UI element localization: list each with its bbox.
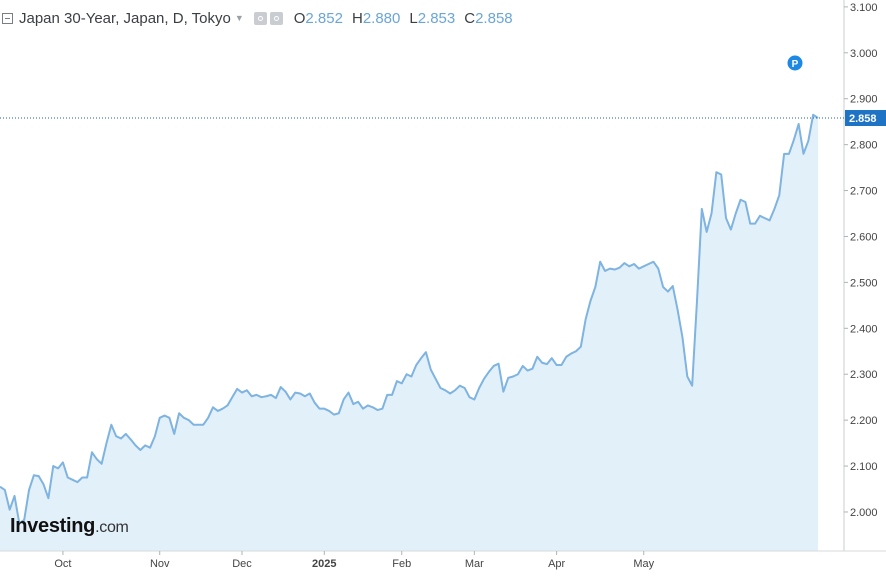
y-tick-label: 2.600 <box>850 231 878 243</box>
ohlc-open: O2.852 <box>293 9 343 27</box>
y-tick-label: 2.900 <box>850 94 878 106</box>
chart-header: Japan 30-Year, Japan, D, Tokyo ▼ O2.852 … <box>2 8 513 28</box>
ohlc-close: C2.858 <box>464 9 513 27</box>
collapse-icon[interactable] <box>2 12 13 24</box>
chart-svg: 2.000 2.100 2.200 2.300 2.400 2.500 2.600 2.700… <box>0 0 886 574</box>
y-tick-label: 2.800 <box>850 140 878 152</box>
settings-icon[interactable] <box>269 11 283 25</box>
y-tick-label: 2.300 <box>850 369 878 381</box>
ohlc-high: H2.880 <box>351 9 401 27</box>
y-tick-label: 2.500 <box>850 277 878 289</box>
ohlc-values: O2.852 H2.880 L2.853 C2.858 <box>294 10 513 27</box>
visibility-icon[interactable] <box>253 11 267 25</box>
chevron-down-icon[interactable]: ▼ <box>235 13 244 23</box>
x-tick-label: Feb <box>392 558 411 570</box>
x-tick-label: Mar <box>465 558 484 570</box>
y-tick-label: 3.100 <box>850 2 878 14</box>
y-tick-label: 2.400 <box>850 323 878 335</box>
x-tick-label: May <box>633 558 654 570</box>
event-badge-label: P <box>792 59 799 70</box>
x-axis-band <box>0 552 886 574</box>
ohlc-low: L2.853 <box>409 9 456 27</box>
y-tick-label: 2.000 <box>850 507 878 519</box>
investing-logo: Investing.com <box>10 515 129 537</box>
y-tick-label: 2.200 <box>850 415 878 427</box>
x-tick-label: Apr <box>548 558 565 570</box>
x-tick-label: 2025 <box>312 558 336 570</box>
y-tick-label: 2.100 <box>850 461 878 473</box>
x-tick-label: Dec <box>232 558 252 570</box>
chart-title: Japan 30-Year, Japan, D, Tokyo <box>19 9 231 27</box>
chart-area: 2.000 2.100 2.200 2.300 2.400 2.500 2.600 2.700… <box>0 0 886 574</box>
y-tick-label: 3.000 <box>850 48 878 60</box>
x-tick-label: Oct <box>54 558 71 570</box>
last-price-label: 2.858 <box>849 113 877 125</box>
y-tick-label: 2.700 <box>850 186 878 198</box>
x-tick-label: Nov <box>150 558 170 570</box>
